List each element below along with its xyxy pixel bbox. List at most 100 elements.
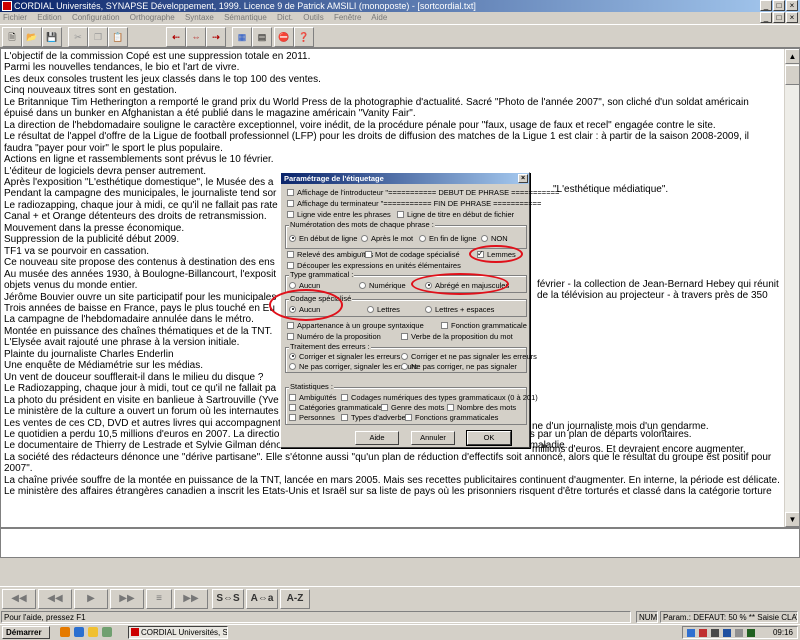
radio-ne-pas-corriger-ne-pas-signaler[interactable]: Ne pas corriger, ne pas signaler — [401, 362, 517, 371]
check-stat-personnes[interactable]: Personnes — [289, 413, 335, 422]
checkbox[interactable] — [381, 403, 388, 411]
document-line[interactable]: Le ministère des affaires étrangères can… — [4, 486, 779, 497]
cancel-button[interactable]: Annuler — [411, 431, 455, 445]
checkbox[interactable] — [405, 413, 412, 421]
check-stat-ambiguites[interactable]: Ambiguïtés — [289, 393, 337, 402]
radio-codage-aucun[interactable]: Aucun — [289, 305, 320, 314]
radio-codage-lettres[interactable]: Lettres — [367, 305, 400, 314]
radio[interactable] — [419, 234, 426, 242]
checkbox[interactable] — [289, 393, 296, 401]
radio[interactable] — [289, 362, 296, 370]
radio-corriger-signaler[interactable]: Corriger et signaler les erreurs — [289, 352, 400, 361]
start-button[interactable]: Démarrer — [2, 626, 50, 639]
checkbox[interactable] — [401, 332, 408, 340]
radio[interactable] — [359, 281, 366, 289]
swap-error-icon[interactable]: ⇔ — [186, 27, 206, 47]
mail-icon[interactable] — [723, 629, 731, 637]
maximize-button[interactable]: □ — [773, 0, 785, 11]
check-groupe-syntaxique[interactable]: Appartenance à un groupe syntaxique — [287, 321, 424, 330]
radio-type-abrege[interactable]: Abrégé en majuscules — [425, 281, 509, 290]
new-file-icon[interactable]: 🗎 — [2, 27, 22, 47]
doc-close-button[interactable]: × — [786, 12, 798, 23]
document-line[interactable]: Le résultat de l'appel d'offre de la Lig… — [4, 131, 779, 154]
radio[interactable] — [289, 305, 296, 313]
check-terminateur[interactable]: Affichage du terminateur "=========== FI… — [287, 199, 541, 208]
document-line[interactable]: Le Britannique Tim Hetherington a rempor… — [4, 97, 779, 120]
last-icon[interactable]: ▶▶ — [174, 589, 208, 609]
check-lemmes[interactable]: Lemmes — [477, 249, 516, 259]
menu-fenetre[interactable]: Fenêtre — [334, 13, 362, 22]
check-stat-adverbes[interactable]: Types d'adverbes — [341, 413, 410, 422]
scroll-thumb[interactable] — [785, 65, 799, 85]
first-icon[interactable]: ◀◀ — [2, 589, 36, 609]
checkbox[interactable] — [287, 199, 294, 207]
menu-syntaxe[interactable]: Syntaxe — [185, 13, 214, 22]
checkbox[interactable] — [447, 403, 454, 411]
document-line[interactable]: Parmi les nouvelles tendances, le bio et… — [4, 62, 779, 73]
list-icon[interactable]: ≡ — [146, 589, 172, 609]
check-ambiguites[interactable]: Relevé des ambiguïtés — [287, 250, 373, 259]
check-stat-nombre[interactable]: Nombre des mots — [447, 403, 516, 412]
checkbox[interactable] — [341, 413, 348, 421]
checkbox[interactable] — [477, 249, 484, 258]
check-ligne-vide[interactable]: Ligne vide entre les phrases — [287, 210, 391, 219]
radio-fin-ligne[interactable]: En fin de ligne — [419, 234, 477, 243]
checkbox[interactable] — [289, 403, 296, 411]
menu-semantique[interactable]: Sémantique — [224, 13, 267, 22]
radio[interactable] — [289, 234, 296, 242]
folder-icon[interactable] — [88, 627, 98, 637]
document-line[interactable]: Actions en ligne et rassemblements sont … — [4, 154, 779, 165]
radio[interactable] — [401, 352, 408, 360]
cancel-process-icon[interactable]: ⛔ — [274, 27, 294, 47]
checkbox[interactable] — [397, 210, 404, 218]
open-folder-icon[interactable]: 📂 — [22, 27, 42, 47]
checkbox[interactable] — [341, 393, 348, 401]
checkbox[interactable] — [287, 321, 294, 329]
next-icon[interactable]: ▶▶ — [110, 589, 144, 609]
check-stat-fonctions[interactable]: Fonctions grammaticales — [405, 413, 498, 422]
checkbox[interactable] — [287, 332, 294, 340]
radio-apres-mot[interactable]: Après le mot — [361, 234, 413, 243]
check-decouper[interactable]: Découper les expressions en unités éléme… — [287, 261, 461, 270]
menu-configuration[interactable]: Configuration — [72, 13, 120, 22]
toggle-case-button[interactable]: A⇔a — [246, 589, 278, 609]
document-line[interactable]: La société des rédacteurs dénonce une "d… — [4, 452, 779, 475]
previous-error-icon[interactable]: ⇠ — [166, 27, 186, 47]
radio-ne-pas-corriger-signaler[interactable]: Ne pas corriger, signaler les erreurs — [289, 362, 418, 371]
panel-view-icon[interactable]: ▤ — [252, 27, 272, 47]
previous-icon[interactable]: ◀◀ — [38, 589, 72, 609]
radio[interactable] — [401, 362, 408, 370]
check-stat-genre[interactable]: Genre des mots — [381, 403, 444, 412]
checkbox[interactable] — [287, 210, 294, 218]
firefox-icon[interactable] — [60, 627, 70, 637]
radio[interactable] — [425, 281, 432, 289]
copy-icon[interactable]: ❐ — [88, 27, 108, 47]
task-cordial[interactable]: CORDIAL Universités, SY... — [128, 626, 228, 639]
document-line[interactable]: La chaîne privée souffre de la montée en… — [4, 475, 779, 486]
check-introducteur[interactable]: Affichage de l'introducteur "===========… — [287, 188, 559, 197]
checkbox[interactable] — [287, 261, 294, 269]
sort-az-button[interactable]: A-Z — [280, 589, 310, 609]
checkbox[interactable] — [441, 321, 448, 329]
radio-corriger-ne-pas-signaler[interactable]: Corriger et ne pas signaler les erreurs — [401, 352, 537, 361]
check-mot-codage[interactable]: Mot de codage spécialisé — [365, 250, 460, 259]
document-line[interactable]: L'objectif de la commission Copé est une… — [4, 51, 779, 62]
next-error-icon[interactable]: ⇢ — [206, 27, 226, 47]
doc-restore-button[interactable]: □ — [773, 12, 785, 23]
help-button[interactable]: Aide — [355, 431, 399, 445]
results-pane[interactable] — [0, 528, 800, 558]
network-icon[interactable] — [687, 629, 695, 637]
close-button[interactable]: × — [786, 0, 798, 11]
document-line[interactable]: La direction de l'hebdomadaire souligne … — [4, 120, 779, 131]
radio-debut-ligne[interactable]: En début de ligne — [289, 234, 357, 243]
radio[interactable] — [289, 281, 296, 289]
radio-non[interactable]: NON — [481, 234, 508, 243]
radio-type-aucun[interactable]: Aucun — [289, 281, 320, 290]
grid-view-icon[interactable]: ▦ — [232, 27, 252, 47]
scroll-up-icon[interactable]: ▲ — [785, 49, 799, 64]
cut-icon[interactable]: ✂ — [68, 27, 88, 47]
check-verbe-proposition[interactable]: Verbe de la proposition du mot — [401, 332, 513, 341]
radio[interactable] — [361, 234, 368, 242]
check-fonction[interactable]: Fonction grammaticale — [441, 321, 527, 330]
antivirus-icon[interactable] — [699, 629, 707, 637]
